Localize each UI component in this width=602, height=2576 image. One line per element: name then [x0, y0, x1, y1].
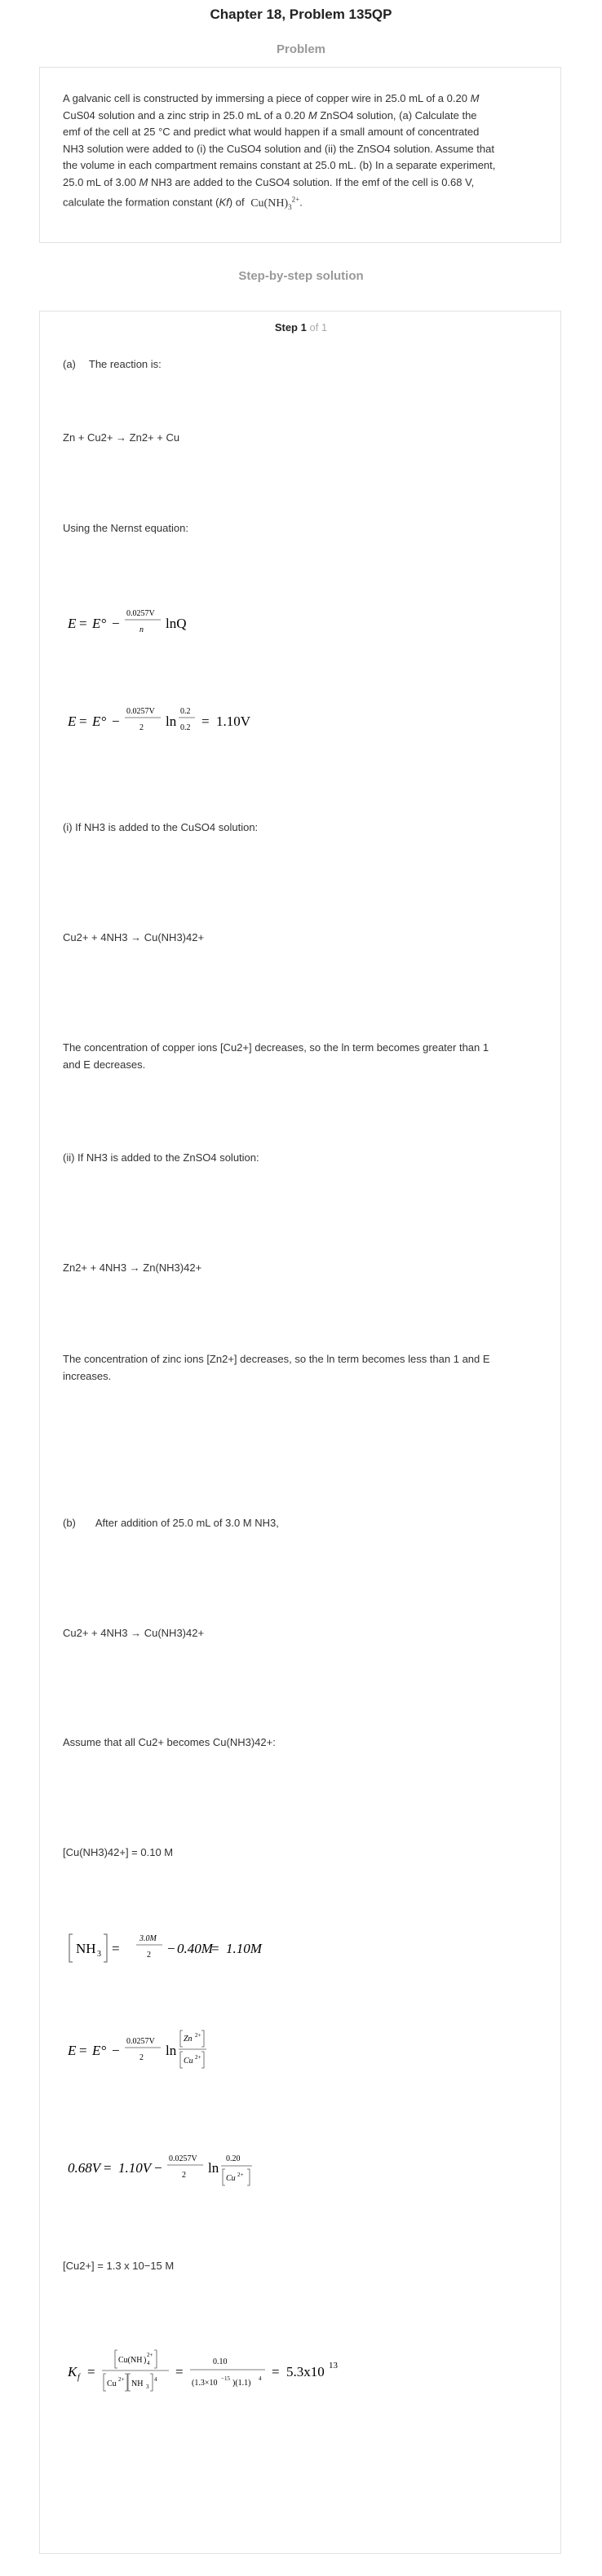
- reaction-line: Cu2+ + 4NH3 → Cu(NH3)42+: [63, 1627, 205, 1639]
- svg-text:2+: 2+: [147, 2352, 153, 2358]
- svg-text:=: =: [112, 1941, 120, 1956]
- svg-text:=: =: [211, 1941, 219, 1956]
- svg-text:−15: −15: [221, 2375, 230, 2382]
- conclusion-text: The concentration of zinc ions [Zn2+] de…: [63, 1353, 490, 1382]
- svg-text:0.0257V: 0.0257V: [169, 2154, 198, 2163]
- conclusion-text: The concentration of copper ions [Cu2+] …: [63, 1041, 489, 1071]
- part-a-ii-text: (ii) If NH3 is added to the ZnSO4 soluti…: [63, 1151, 259, 1164]
- page-title: Chapter 18, Problem 135QP: [210, 7, 392, 22]
- svg-text:0.0257V: 0.0257V: [126, 707, 156, 716]
- svg-text:=: =: [272, 2364, 280, 2379]
- problem-heading: Problem: [276, 42, 325, 56]
- svg-text:=: =: [79, 714, 87, 729]
- svg-text:n: n: [139, 625, 144, 634]
- svg-text:Cu: Cu: [226, 2174, 236, 2183]
- svg-text:−: −: [167, 1941, 175, 1956]
- svg-text:E: E: [68, 2043, 77, 2058]
- svg-text:=: =: [87, 2364, 95, 2379]
- complex-concentration: [Cu(NH3)42+] = 0.10 M: [63, 1846, 174, 1858]
- svg-text:E°: E°: [91, 714, 106, 729]
- svg-text:ln: ln: [208, 2160, 219, 2176]
- emf-substitution-equation: 0.68V = 1.10V − 0.0257V 2 ln 0.20 Cu 2+: [68, 2154, 252, 2186]
- svg-text:3.0M: 3.0M: [139, 1934, 157, 1943]
- svg-text:ln: ln: [166, 714, 177, 729]
- svg-text:0.2: 0.2: [180, 723, 191, 732]
- nernst-ratio-equation: E = E° − 0.0257V 2 ln Zn 2+ Cu 2+: [68, 2030, 206, 2069]
- svg-text:0.10: 0.10: [213, 2357, 228, 2366]
- assumption-text: Assume that all Cu2+ becomes Cu(NH3)42+:: [63, 1736, 276, 1748]
- nernst-equation: E = E° − 0.0257V n lnQ: [68, 609, 187, 634]
- svg-text:0.0257V: 0.0257V: [126, 609, 156, 618]
- ammonia-concentration-equation: NH 3 = 3.0M 2 − 0.40M = 1.10M: [69, 1933, 263, 1963]
- svg-text:2: 2: [139, 723, 144, 732]
- formation-constant-equation: K f = Cu(NH ) 4 2+ Cu 2+ NH 3 4 = 0.10 (…: [68, 2349, 339, 2392]
- svg-text:NH: NH: [131, 2379, 143, 2388]
- svg-text:Cu: Cu: [184, 2057, 193, 2066]
- svg-text:f: f: [77, 2373, 81, 2382]
- svg-text:Cu(NH: Cu(NH: [118, 2356, 142, 2365]
- svg-text:)(1.1): )(1.1): [232, 2379, 251, 2388]
- step-header: Step 1 of 1: [274, 321, 328, 334]
- svg-text:2: 2: [182, 2171, 186, 2180]
- complex-formula: Cu(NH)32+: [250, 195, 300, 211]
- svg-text:2+: 2+: [237, 2172, 244, 2178]
- svg-text:=: =: [79, 616, 87, 631]
- svg-text:−: −: [112, 2043, 120, 2058]
- svg-text:E°: E°: [91, 616, 106, 631]
- problem-card: A galvanic cell is constructed by immers…: [39, 67, 561, 243]
- svg-text:Cu: Cu: [107, 2379, 117, 2388]
- solution-card: Step 1 of 1 (a) The reaction is: Zn + Cu2…: [39, 311, 561, 2554]
- reaction-line: Zn2+ + 4NH3 → Zn(NH3)42+: [63, 1261, 202, 1274]
- svg-text:2: 2: [139, 2053, 144, 2062]
- svg-text:13: 13: [329, 2361, 339, 2371]
- svg-text:1.10V: 1.10V: [216, 714, 251, 729]
- reaction-line: Cu2+ + 4NH3 → Cu(NH3)42+: [63, 931, 205, 943]
- svg-text:E: E: [68, 616, 77, 631]
- svg-text:=: =: [104, 2160, 112, 2176]
- svg-text:NH: NH: [76, 1941, 96, 1956]
- part-b-label: (b) After addition of 25.0 mL of 3.0 M NH…: [63, 1517, 279, 1529]
- svg-text:0.40M: 0.40M: [177, 1941, 214, 1956]
- svg-text:=: =: [201, 714, 210, 729]
- svg-text:5.3x10: 5.3x10: [286, 2364, 325, 2379]
- solution-heading: Step-by-step solution: [238, 269, 364, 283]
- svg-text:4: 4: [154, 2376, 157, 2383]
- part-a-i-text: (i) If NH3 is added to the CuSO4 solutio…: [63, 821, 259, 833]
- svg-text:−: −: [112, 714, 120, 729]
- svg-text:ln: ln: [166, 2043, 177, 2058]
- svg-text:−: −: [112, 616, 120, 631]
- svg-text:0.2: 0.2: [180, 707, 191, 716]
- svg-text:=: =: [79, 2043, 87, 2058]
- svg-text:1.10V: 1.10V: [118, 2160, 153, 2176]
- svg-text:0.68V: 0.68V: [68, 2160, 103, 2176]
- svg-text:1.10M: 1.10M: [226, 1941, 263, 1956]
- svg-text:lnQ: lnQ: [166, 616, 187, 631]
- svg-text:4: 4: [147, 2360, 150, 2366]
- svg-text:3: 3: [97, 1950, 101, 1959]
- problem-statement: A galvanic cell is constructed by immers…: [63, 92, 496, 211]
- svg-text:(1.3×10: (1.3×10: [192, 2379, 217, 2388]
- svg-text:): ): [144, 2356, 146, 2365]
- svg-text:2+: 2+: [195, 2032, 201, 2039]
- svg-text:2+: 2+: [195, 2054, 201, 2061]
- svg-text:3: 3: [146, 2384, 149, 2390]
- copper-concentration: [Cu2+] = 1.3 x 10−15 M: [63, 2260, 175, 2272]
- svg-text:Zn: Zn: [184, 2035, 193, 2044]
- svg-text:0.20: 0.20: [226, 2154, 241, 2163]
- nernst-intro: Using the Nernst equation:: [63, 522, 188, 534]
- part-a-label: (a) The reaction is:: [63, 358, 162, 370]
- cell-emf-equation: E = E° − 0.0257V 2 ln 0.2 0.2 = 1.10V: [68, 707, 251, 732]
- svg-text:2+: 2+: [118, 2376, 125, 2383]
- svg-text:=: =: [175, 2364, 184, 2379]
- svg-text:−: −: [154, 2160, 162, 2176]
- svg-text:0.0257V: 0.0257V: [126, 2037, 156, 2046]
- svg-text:E°: E°: [91, 2043, 106, 2058]
- svg-text:2: 2: [147, 1951, 151, 1960]
- reaction-line: Zn + Cu2+ → Zn2+ + Cu: [63, 431, 180, 444]
- svg-text:E: E: [68, 714, 77, 729]
- svg-text:4: 4: [259, 2375, 262, 2382]
